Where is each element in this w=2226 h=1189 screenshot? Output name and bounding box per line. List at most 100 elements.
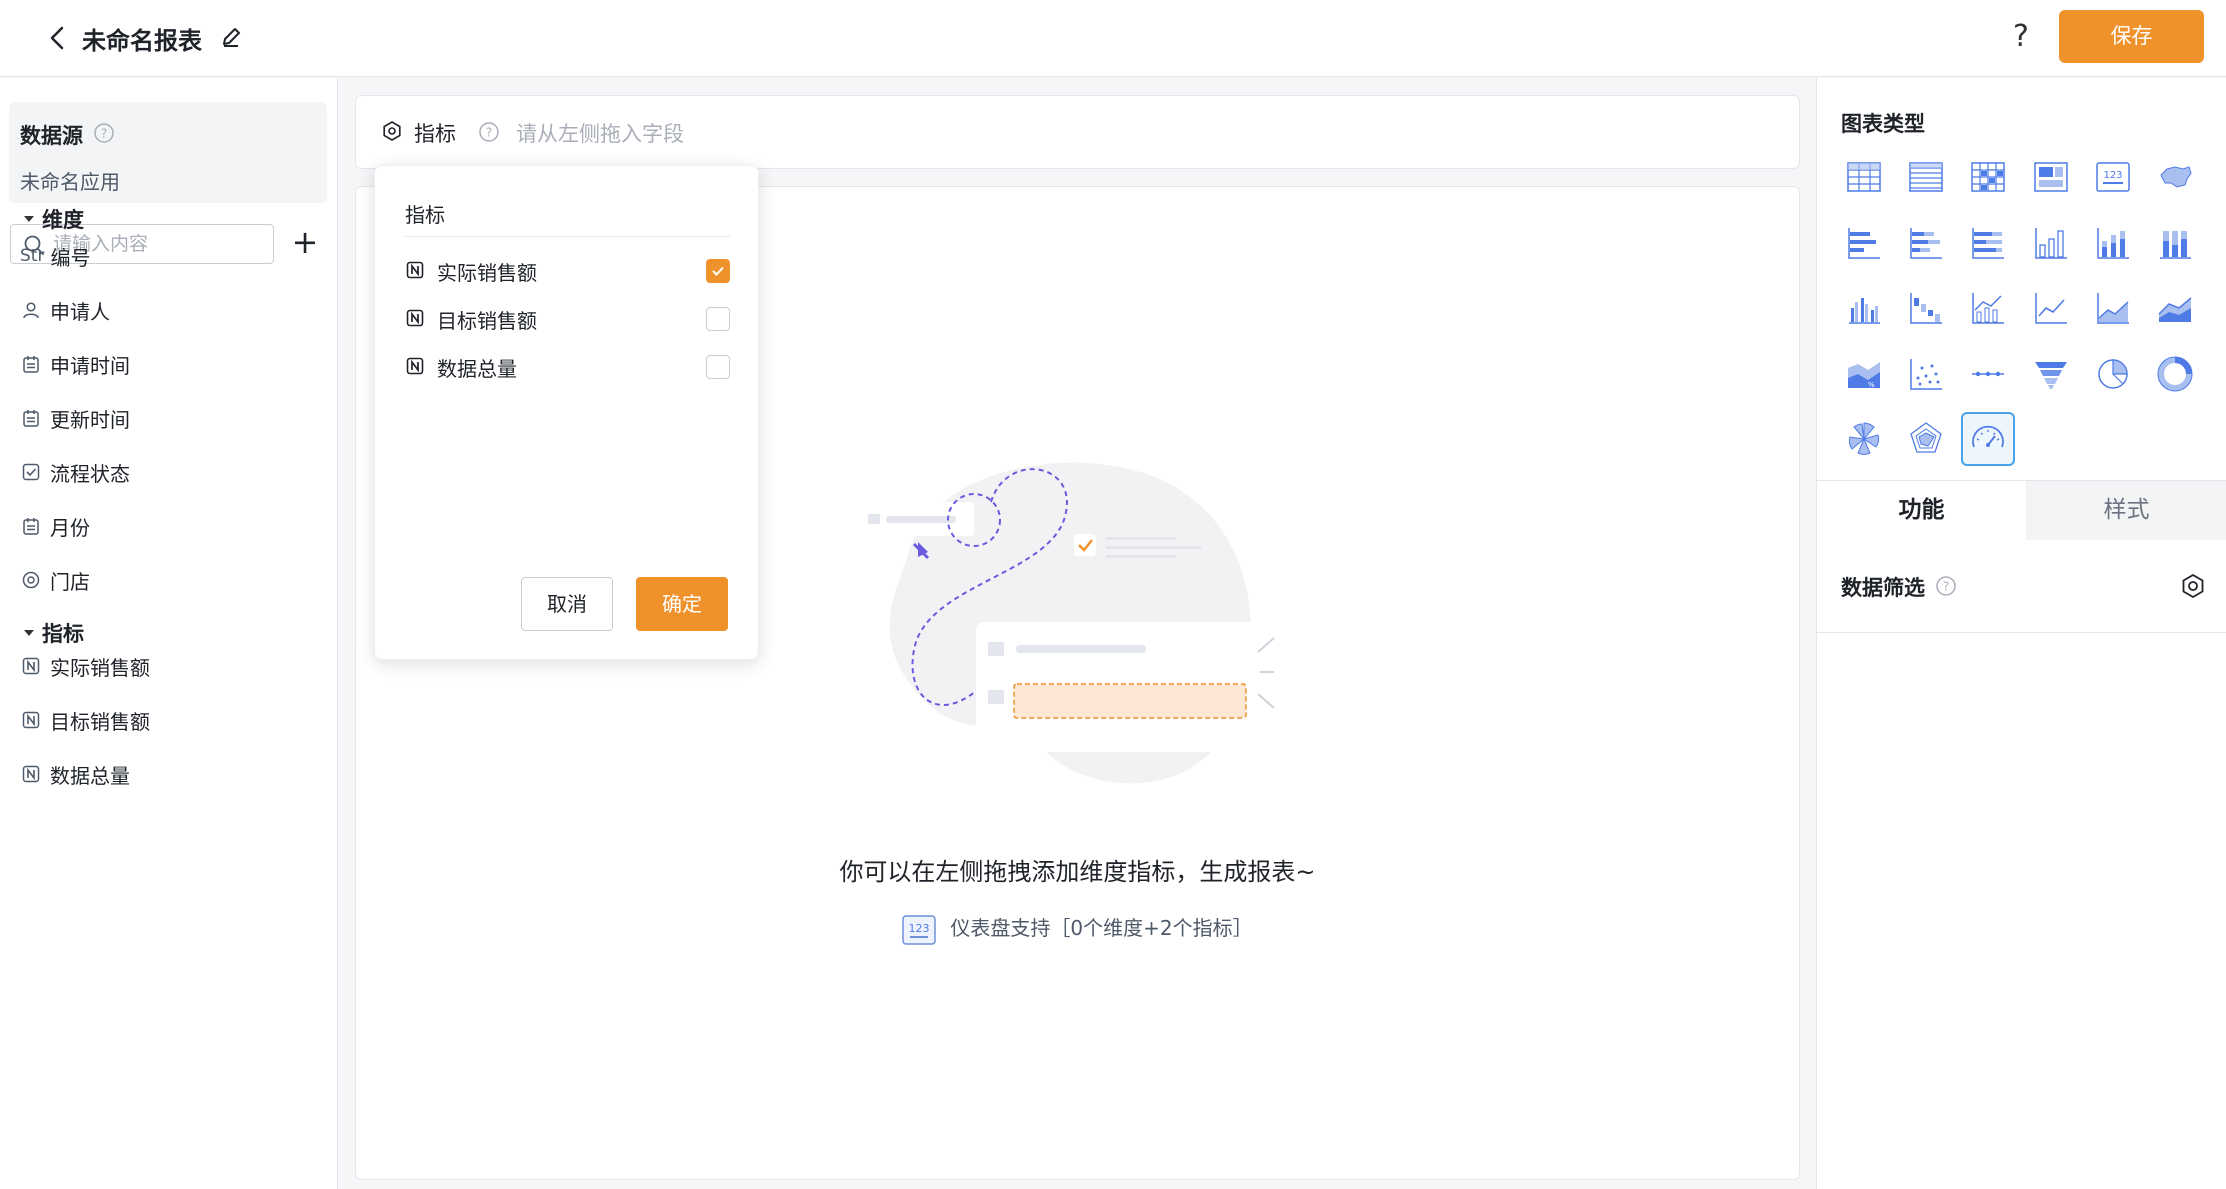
field-item-metric[interactable]: 目标销售额 xyxy=(20,702,150,738)
metric-option[interactable]: 目标销售额 xyxy=(405,302,730,336)
stacked-area-chart-icon[interactable] xyxy=(2148,281,2202,335)
svg-text:?: ? xyxy=(101,127,107,141)
stacked-column-chart-icon[interactable] xyxy=(2086,216,2140,270)
back-arrow-icon[interactable] xyxy=(40,20,76,56)
empty-state-message: 你可以在左侧拖拽添加维度指标，生成报表~ xyxy=(839,858,1316,886)
popover-title: 指标 xyxy=(405,203,445,227)
column-chart-icon[interactable] xyxy=(2024,216,2078,270)
chart-support-hint: 123 仪表盘支持［0个维度+2个指标］ xyxy=(356,912,1799,945)
number-icon xyxy=(20,763,42,785)
waterfall-chart-icon[interactable] xyxy=(1899,281,1953,335)
pie-chart-icon[interactable] xyxy=(2086,347,2140,401)
grouped-column-chart-icon[interactable] xyxy=(1837,281,1891,335)
option-checkbox-checked[interactable] xyxy=(706,259,730,283)
funnel-chart-icon[interactable] xyxy=(2024,347,2078,401)
scatter-chart-icon[interactable] xyxy=(1899,347,1953,401)
line-chart-icon[interactable] xyxy=(2024,281,2078,335)
number-icon xyxy=(20,709,42,731)
field-item-dimension[interactable]: Str 编号 xyxy=(20,238,90,274)
field-item-dimension[interactable]: 月份 xyxy=(20,508,90,544)
calendar-icon xyxy=(20,353,42,375)
metric-select-popover: 指标 实际销售额 目标销售额 数据总量 取消 确定 xyxy=(374,165,759,660)
calendar-icon xyxy=(20,407,42,429)
collapse-triangle-icon xyxy=(24,630,34,636)
timeline-chart-icon[interactable] xyxy=(1961,347,2015,401)
field-item-metric[interactable]: 数据总量 xyxy=(20,756,130,792)
help-button[interactable]: ? xyxy=(2003,17,2039,57)
report-title: 未命名报表 xyxy=(82,27,202,55)
percent-area-chart-icon[interactable]: % xyxy=(1837,347,1891,401)
calendar-icon xyxy=(20,515,42,537)
field-item-dimension[interactable]: 流程状态 xyxy=(20,454,130,490)
area-chart-icon[interactable] xyxy=(2086,281,2140,335)
empty-state-illustration xyxy=(846,442,1276,812)
field-item-dimension[interactable]: 更新时间 xyxy=(20,400,130,436)
number-icon xyxy=(405,356,427,378)
metric-option[interactable]: 实际销售额 xyxy=(405,254,730,288)
percent-bar-horizontal-chart-icon[interactable] xyxy=(1961,216,2015,270)
cancel-button[interactable]: 取消 xyxy=(521,577,613,631)
option-checkbox[interactable] xyxy=(706,307,730,331)
field-sidebar: 数据源 ? 未命名应用 + 维度 Str 编号 申请人 申请时间 更新时间 流程… xyxy=(0,78,338,1189)
indicator-card-chart-icon[interactable]: 123 xyxy=(2086,150,2140,204)
number-icon xyxy=(405,260,427,282)
field-item-dimension[interactable]: 申请人 xyxy=(20,292,110,328)
combo-chart-icon[interactable] xyxy=(1961,281,2015,335)
popover-divider xyxy=(405,236,730,237)
option-checkbox[interactable] xyxy=(706,355,730,379)
datasource-title: 数据源 xyxy=(20,124,83,148)
confirm-button[interactable]: 确定 xyxy=(636,577,728,631)
radar-chart-icon[interactable] xyxy=(1899,412,1953,466)
table-chart-icon[interactable] xyxy=(1837,150,1891,204)
rose-chart-icon[interactable] xyxy=(1837,412,1891,466)
number-icon xyxy=(405,308,427,330)
detail-table-chart-icon[interactable] xyxy=(1899,150,1953,204)
question-circle-icon[interactable]: ? xyxy=(1935,575,1957,597)
map-chart-icon[interactable] xyxy=(2148,150,2202,204)
user-icon xyxy=(20,299,42,321)
question-circle-icon[interactable]: ? xyxy=(93,122,115,144)
field-item-metric[interactable]: 实际销售额 xyxy=(20,648,150,684)
number-icon xyxy=(20,655,42,677)
settings-gear-icon[interactable] xyxy=(381,120,403,142)
field-item-dimension[interactable]: 申请时间 xyxy=(20,346,130,382)
edit-pencil-icon[interactable] xyxy=(216,22,246,52)
data-filter-label: 数据筛选 xyxy=(1841,576,1925,600)
settings-gear-icon[interactable] xyxy=(2179,572,2207,600)
tab-function[interactable]: 功能 xyxy=(1817,481,2026,540)
chart-type-title: 图表类型 xyxy=(1841,112,1925,136)
stacked-bar-horizontal-chart-icon[interactable] xyxy=(1899,216,1953,270)
radio-icon xyxy=(20,569,42,591)
bar-horizontal-chart-icon[interactable] xyxy=(1837,216,1891,270)
top-header: 未命名报表 ? 保存 xyxy=(0,0,2226,77)
svg-text:?: ? xyxy=(486,126,492,140)
tab-style[interactable]: 样式 xyxy=(2026,481,2226,540)
svg-text:123: 123 xyxy=(909,922,930,935)
collapse-triangle-icon xyxy=(24,216,34,222)
chart-config-panel: 图表类型 123% 功能 样式 数据筛选 ? xyxy=(1816,78,2226,1189)
checkbox-icon xyxy=(20,461,42,483)
config-tabs: 功能 样式 xyxy=(1817,480,2226,540)
svg-text:?: ? xyxy=(1943,580,1949,594)
gauge-chart-icon[interactable] xyxy=(1961,412,2016,466)
donut-chart-icon[interactable] xyxy=(2148,347,2202,401)
question-circle-icon[interactable]: ? xyxy=(478,121,500,143)
field-item-dimension[interactable]: 门店 xyxy=(20,562,90,598)
string-type-icon: Str xyxy=(20,246,45,266)
metric-drop-zone[interactable]: 指标 ? 请从左侧拖入字段 xyxy=(355,95,1800,169)
datasource-app-name: 未命名应用 xyxy=(20,170,120,194)
dashboard-card-chart-icon[interactable] xyxy=(2024,150,2078,204)
chart-support-text: 仪表盘支持［0个维度+2个指标］ xyxy=(950,916,1253,940)
save-button[interactable]: 保存 xyxy=(2059,10,2204,63)
dimension-group-header[interactable]: 维度 xyxy=(24,204,84,234)
svg-text:%: % xyxy=(1868,381,1875,389)
metric-group-header[interactable]: 指标 xyxy=(24,618,84,648)
data-filter-row: 数据筛选 ? xyxy=(1817,541,2226,633)
metric-bar-label: 指标 xyxy=(414,122,456,146)
metric-option[interactable]: 数据总量 xyxy=(405,350,730,384)
add-field-button[interactable]: + xyxy=(290,226,320,258)
pivot-table-chart-icon[interactable] xyxy=(1961,150,2015,204)
metric-bar-placeholder: 请从左侧拖入字段 xyxy=(516,122,684,146)
percent-column-chart-icon[interactable] xyxy=(2148,216,2202,270)
datasource-card[interactable]: 数据源 ? 未命名应用 xyxy=(9,102,327,203)
